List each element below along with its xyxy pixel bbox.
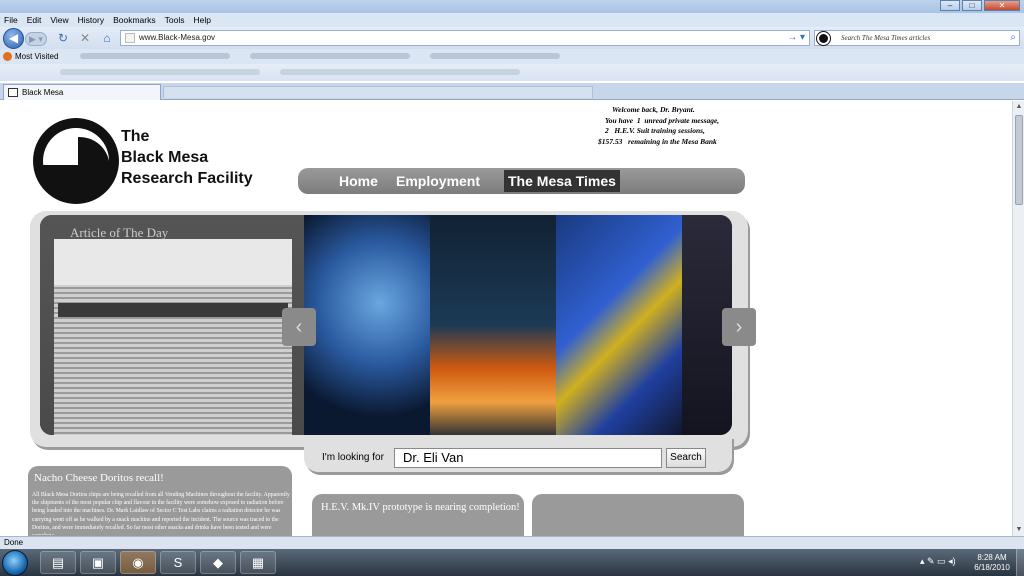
news-title[interactable]: Nacho Cheese Doritos recall! [34, 471, 164, 485]
slide-lab[interactable] [430, 215, 556, 435]
scroll-down-arrow-icon[interactable]: ▼ [1014, 525, 1024, 535]
slide-dna[interactable] [556, 215, 682, 435]
site-name-line-3: Research Facility [121, 170, 253, 187]
blurred-bookmarks [250, 53, 410, 59]
black-mesa-logo [33, 118, 119, 204]
menu-file[interactable]: File [4, 13, 18, 27]
window-titlebar: – □ ✕ [0, 0, 1024, 13]
firefox-icon[interactable]: ◉ [120, 551, 156, 574]
tab-title: Black Mesa [22, 88, 64, 97]
nav-employment[interactable]: Employment [396, 172, 480, 190]
browser-search-box[interactable]: Search The Mesa Times articles ⌕ [814, 30, 1020, 46]
tab-strip: Black Mesa [0, 83, 1024, 100]
slider-next-button[interactable]: › [722, 308, 756, 346]
start-button[interactable] [2, 550, 28, 576]
menu-bar: File Edit View History Bookmarks Tools H… [0, 13, 1024, 27]
site-name-line-2: Black Mesa [121, 149, 209, 166]
menu-tools[interactable]: Tools [165, 13, 185, 27]
newspaper-masthead [54, 239, 292, 285]
tool-icon[interactable]: ◆ [200, 551, 236, 574]
hev-title[interactable]: H.E.V. Mk.IV prototype is nearing comple… [321, 501, 521, 514]
welcome-panel: Welcome back, Dr. Bryant. You have 1 unr… [560, 105, 760, 147]
site-search-input[interactable]: Dr. Eli Van [394, 448, 662, 468]
forward-button[interactable]: ▶ ▾ [25, 32, 47, 46]
show-desktop-button[interactable] [1016, 549, 1024, 576]
welcome-title: Welcome back, Dr. Bryant. [612, 105, 695, 114]
close-button[interactable]: ✕ [984, 0, 1020, 11]
go-arrow-icon[interactable]: → ▾ [787, 31, 805, 45]
scroll-up-arrow-icon[interactable]: ▲ [1014, 102, 1024, 112]
menu-view[interactable]: View [50, 13, 68, 27]
minimize-button[interactable]: – [940, 0, 960, 11]
site-name: The Black Mesa Research Facility [121, 126, 253, 189]
tab-favicon-icon [8, 88, 18, 97]
extra-toolbar [0, 64, 1024, 81]
message-count[interactable]: You have 1 unread private message, [605, 116, 760, 127]
app-icon[interactable]: ▣ [80, 551, 116, 574]
address-bar[interactable]: www.Black-Mesa.gov → ▾ [120, 30, 810, 46]
stop-icon[interactable]: ✕ [78, 31, 92, 45]
most-visited-icon [3, 52, 12, 61]
blurred-toolbar-items [280, 69, 520, 75]
magnifier-icon[interactable]: ⌕ [1010, 31, 1016, 45]
menu-help[interactable]: Help [193, 13, 210, 27]
search-label: I'm looking for [322, 452, 384, 463]
menu-edit[interactable]: Edit [27, 13, 42, 27]
slide-globe[interactable] [304, 215, 430, 435]
clock[interactable]: 8:28 AM 6/18/2010 [968, 553, 1016, 573]
home-icon[interactable]: ⌂ [100, 31, 114, 45]
status-bar: Done [0, 536, 1024, 549]
training-count[interactable]: 2 H.E.V. Suit training sessions, [605, 126, 760, 137]
nav-mesa-times[interactable]: The Mesa Times [504, 170, 620, 192]
black-mesa-search-engine-icon[interactable] [817, 32, 830, 45]
tab-black-mesa[interactable]: Black Mesa [3, 84, 161, 100]
taskbar: ▤ ▣ ◉ S ◆ ▦ ▴ ✎ ▭ ◂) 8:28 AM 6/18/2010 [0, 549, 1024, 576]
slide-newspaper[interactable] [40, 215, 304, 435]
window-controls: – □ ✕ [940, 0, 1020, 11]
scroll-thumb[interactable] [1015, 115, 1023, 205]
blurred-bookmarks [430, 53, 560, 59]
system-tray[interactable]: ▴ ✎ ▭ ◂) [920, 556, 956, 567]
clock-date: 6/18/2010 [974, 563, 1010, 572]
news-body: All Black Mesa Doritos chips are being r… [32, 492, 290, 535]
menu-history[interactable]: History [78, 13, 104, 27]
url-text[interactable]: www.Black-Mesa.gov [139, 32, 215, 44]
site-search-button[interactable]: Search [666, 448, 706, 468]
maximize-button[interactable]: □ [962, 0, 982, 11]
window-icon[interactable]: ▦ [240, 551, 276, 574]
blurred-toolbar-items [60, 69, 260, 75]
page-scrollbar[interactable]: ▲ ▼ [1012, 101, 1024, 536]
explorer-icon[interactable]: ▤ [40, 551, 76, 574]
back-button[interactable]: ◀ [3, 28, 24, 49]
menu-bookmarks[interactable]: Bookmarks [113, 13, 156, 27]
nav-home[interactable]: Home [339, 172, 378, 190]
newspaper-headline [58, 303, 288, 317]
featured-slider [40, 215, 732, 435]
reload-icon[interactable]: ↻ [56, 31, 70, 45]
skype-icon[interactable]: S [160, 551, 196, 574]
page-favicon-icon [125, 33, 135, 43]
site-nav: Home Employment The Mesa Times [298, 168, 745, 194]
search-placeholder[interactable]: Search The Mesa Times articles [841, 33, 930, 43]
bookmarks-toolbar: Most Visited [0, 49, 1024, 64]
blurred-bookmarks [80, 53, 230, 59]
site-name-line-1: The [121, 128, 150, 145]
status-text: Done [4, 538, 24, 547]
navigation-toolbar: ◀ ▶ ▾ ↻ ✕ ⌂ www.Black-Mesa.gov → ▾ Searc… [0, 27, 1024, 49]
bank-balance: $157.53 remaining in the Mesa Bank [598, 136, 717, 146]
clock-time: 8:28 AM [977, 553, 1007, 562]
tab-ghost [163, 86, 593, 98]
article-of-day-label: Article of The Day [70, 225, 169, 240]
slider-prev-button[interactable]: ‹ [282, 308, 316, 346]
bookmark-most-visited[interactable]: Most Visited [15, 51, 58, 62]
